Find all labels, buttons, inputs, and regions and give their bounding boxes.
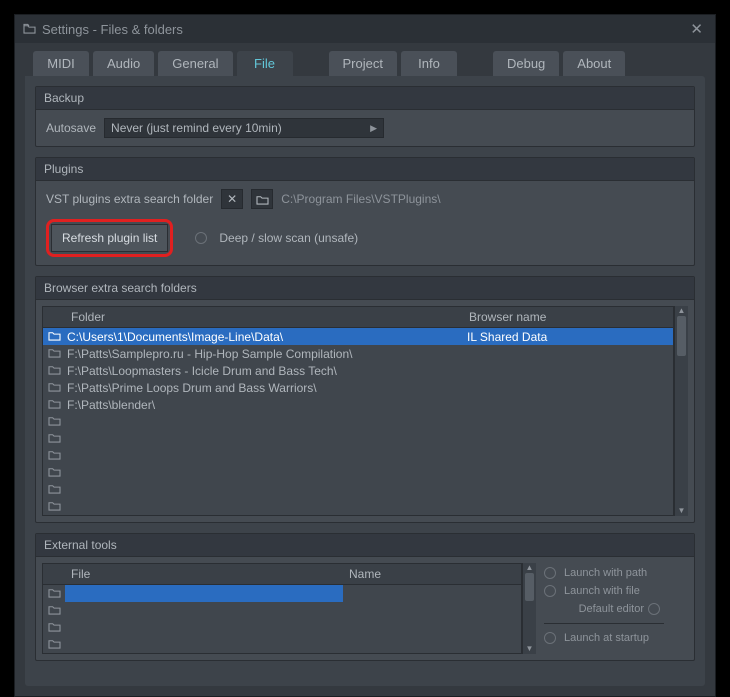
folder-path: F:\Patts\blender\ (65, 398, 463, 412)
chevron-right-icon: ▶ (370, 123, 377, 134)
col-name: Name (343, 564, 521, 584)
vst-search-label: VST plugins extra search folder (46, 192, 213, 206)
external-tools-group: External tools File Name ▲ ▼ (35, 533, 695, 661)
folder-icon (43, 621, 65, 635)
folder-icon (43, 483, 65, 497)
browser-list-header: Folder Browser name (43, 307, 673, 328)
folder-icon (43, 604, 65, 618)
close-icon[interactable]: ✕ (684, 18, 709, 40)
launch-with-path-label: Launch with path (564, 567, 664, 579)
folder-icon (43, 415, 65, 429)
tabs: MIDI Audio General File Project Info Deb… (15, 43, 715, 76)
table-row[interactable] (43, 413, 673, 430)
browser-folders-group: Browser extra search folders Folder Brow… (35, 276, 695, 523)
table-row[interactable] (43, 602, 521, 619)
deep-scan-label: Deep / slow scan (unsafe) (219, 231, 358, 245)
file-cell (65, 585, 343, 602)
launch-at-startup-label: Launch at startup (564, 632, 664, 644)
browser-folder-list[interactable]: Folder Browser name C:\Users\1\Documents… (42, 306, 674, 516)
folder-icon (23, 22, 36, 37)
autosave-label: Autosave (46, 121, 96, 135)
scroll-thumb[interactable] (677, 316, 686, 356)
titlebar: Settings - Files & folders ✕ (15, 15, 715, 43)
col-folder: Folder (43, 307, 463, 327)
autosave-value: Never (just remind every 10min) (111, 121, 282, 135)
folder-icon (43, 347, 65, 361)
table-row[interactable]: C:\Users\1\Documents\Image-Line\Data\IL … (43, 328, 673, 345)
folder-path: C:\Users\1\Documents\Image-Line\Data\ (65, 330, 463, 344)
browse-folder-button[interactable] (251, 189, 273, 209)
folder-icon (43, 449, 65, 463)
folder-icon (43, 432, 65, 446)
scroll-up-icon[interactable]: ▲ (675, 306, 688, 316)
tab-general[interactable]: General (158, 51, 232, 76)
tab-project[interactable]: Project (329, 51, 397, 76)
scroll-down-icon[interactable]: ▼ (523, 644, 536, 654)
tab-audio[interactable]: Audio (93, 51, 154, 76)
tab-about[interactable]: About (563, 51, 625, 76)
scroll-thumb[interactable] (525, 573, 534, 601)
table-row[interactable]: F:\Patts\Prime Loops Drum and Bass Warri… (43, 379, 673, 396)
autosave-combo[interactable]: Never (just remind every 10min) ▶ (104, 118, 384, 138)
table-row[interactable] (43, 447, 673, 464)
external-tools-list[interactable]: File Name (42, 563, 522, 654)
external-tools-title: External tools (36, 534, 694, 557)
browser-name: IL Shared Data (463, 330, 673, 344)
plugins-group-title: Plugins (36, 158, 694, 181)
folder-path: F:\Patts\Loopmasters - Icicle Drum and B… (65, 364, 463, 378)
scroll-down-icon[interactable]: ▼ (675, 506, 688, 516)
folder-path: F:\Patts\Samplepro.ru - Hip-Hop Sample C… (65, 347, 463, 361)
refresh-highlight: Refresh plugin list (46, 219, 173, 257)
table-row[interactable] (43, 585, 521, 602)
tab-file[interactable]: File (237, 51, 293, 76)
table-row[interactable] (43, 619, 521, 636)
folder-icon (43, 587, 65, 601)
tab-debug[interactable]: Debug (493, 51, 559, 76)
table-row[interactable] (43, 636, 521, 653)
tab-midi[interactable]: MIDI (33, 51, 89, 76)
vst-path: C:\Program Files\VSTPlugins\ (281, 192, 440, 206)
refresh-plugin-list-button[interactable]: Refresh plugin list (51, 224, 168, 252)
backup-group-title: Backup (36, 87, 694, 110)
folder-icon (43, 466, 65, 480)
launch-with-file-radio[interactable] (544, 585, 556, 597)
table-row[interactable]: F:\Patts\Samplepro.ru - Hip-Hop Sample C… (43, 345, 673, 362)
folder-icon (43, 330, 65, 344)
folder-icon (43, 398, 65, 412)
folder-icon (43, 500, 65, 514)
folder-path: F:\Patts\Prime Loops Drum and Bass Warri… (65, 381, 463, 395)
window-title: Settings - Files & folders (42, 22, 183, 37)
browser-scrollbar[interactable]: ▲ ▼ (674, 306, 688, 516)
default-editor-label: Default editor (544, 603, 644, 615)
table-row[interactable] (43, 481, 673, 498)
default-editor-radio[interactable] (648, 603, 660, 615)
launch-with-path-radio[interactable] (544, 567, 556, 579)
plugins-group: Plugins VST plugins extra search folder … (35, 157, 695, 266)
launch-at-startup-radio[interactable] (544, 632, 556, 644)
backup-group: Backup Autosave Never (just remind every… (35, 86, 695, 147)
folder-icon (43, 381, 65, 395)
table-row[interactable]: F:\Patts\blender\ (43, 396, 673, 413)
table-row[interactable] (43, 464, 673, 481)
settings-window: Settings - Files & folders ✕ MIDI Audio … (14, 14, 716, 697)
table-row[interactable] (43, 498, 673, 515)
col-browser-name: Browser name (463, 307, 673, 327)
external-options: Launch with path Launch with file Defaul… (536, 563, 666, 654)
external-scrollbar[interactable]: ▲ ▼ (522, 563, 536, 654)
external-list-header: File Name (43, 564, 521, 585)
scroll-up-icon[interactable]: ▲ (523, 563, 536, 573)
launch-with-file-label: Launch with file (564, 585, 664, 597)
deep-scan-radio[interactable] (195, 232, 207, 244)
clear-path-button[interactable]: ✕ (221, 189, 243, 209)
col-file: File (43, 564, 343, 584)
table-row[interactable]: F:\Patts\Loopmasters - Icicle Drum and B… (43, 362, 673, 379)
table-row[interactable] (43, 430, 673, 447)
browser-folders-title: Browser extra search folders (36, 277, 694, 300)
folder-icon (43, 364, 65, 378)
content: Backup Autosave Never (just remind every… (25, 76, 705, 686)
folder-icon (43, 638, 65, 652)
tab-info[interactable]: Info (401, 51, 457, 76)
